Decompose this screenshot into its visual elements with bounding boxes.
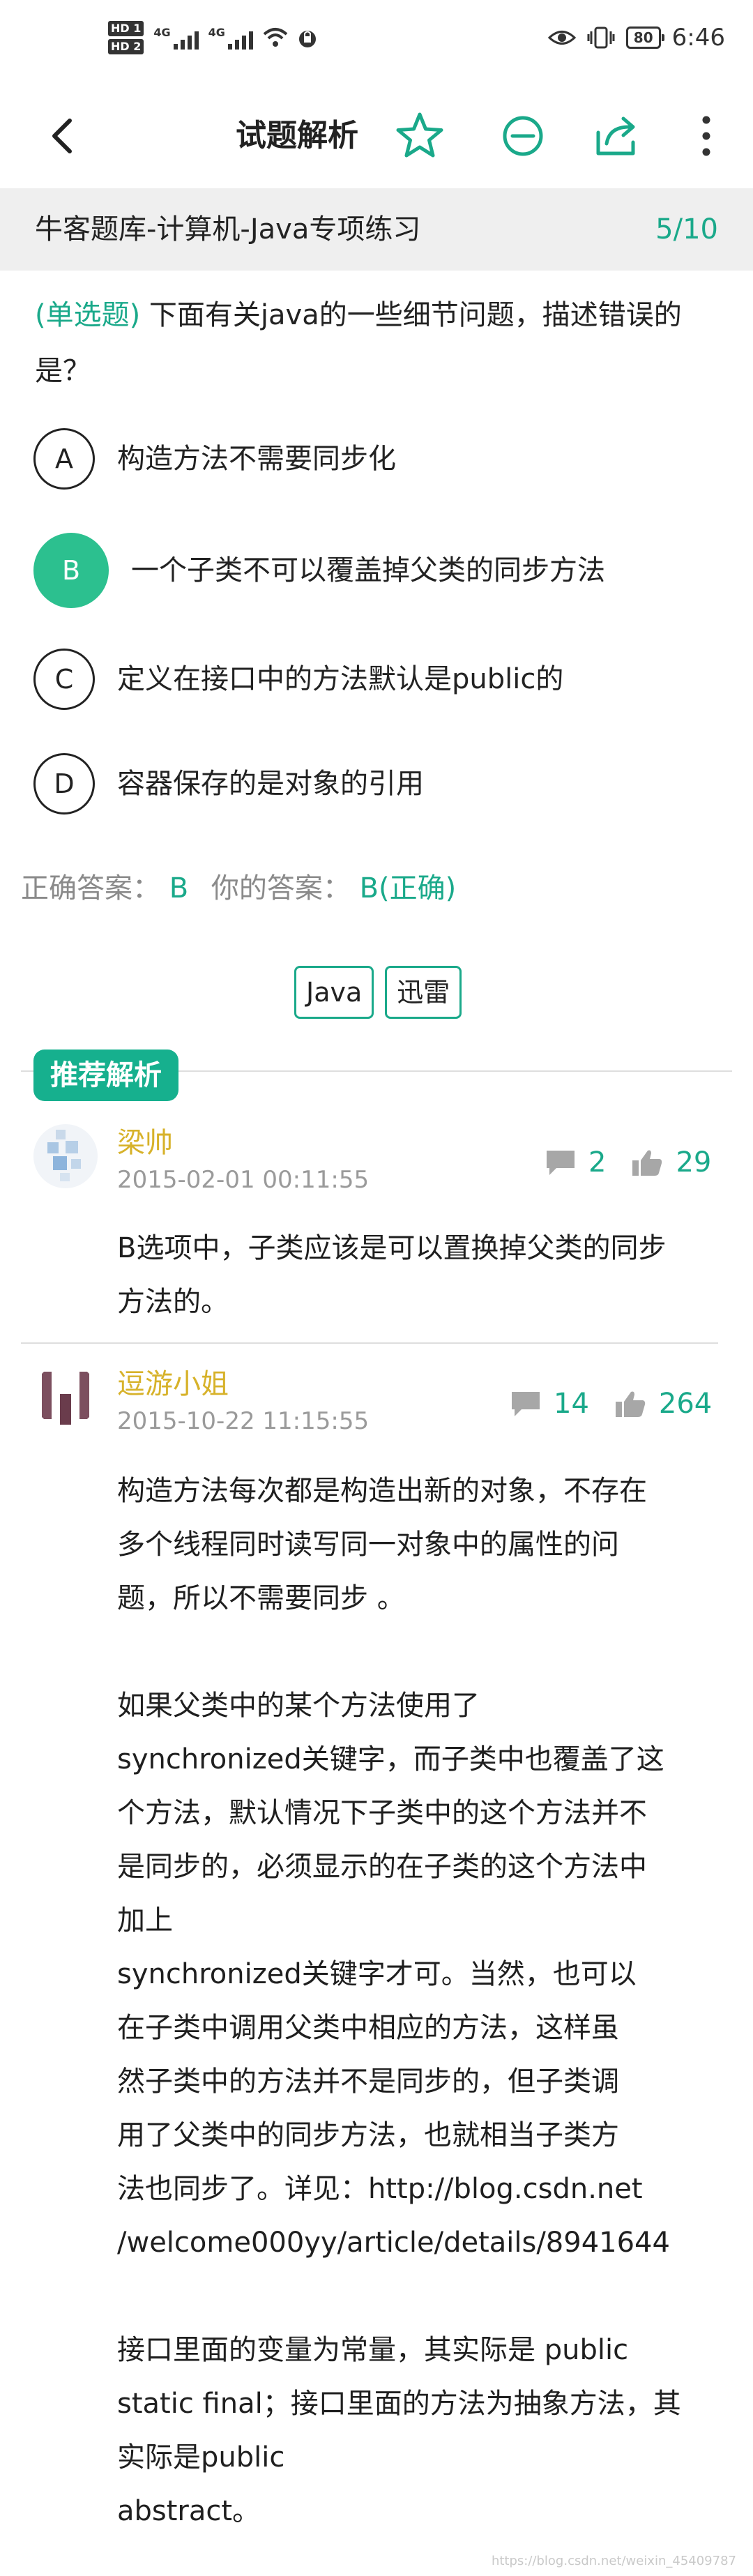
vibrate-icon [587,26,615,49]
comment-line: 如果父类中的某个方法使用了 [117,1690,480,1722]
recommended-analysis-header: 推荐解析 [33,1050,178,1101]
comment-line: 实际是public [117,2441,285,2473]
app-bar: 试题解析 [0,84,753,188]
avatar[interactable] [33,1363,98,1427]
practice-title: 牛客题库-计算机-Java专项练习 [35,213,421,245]
reply-count: 14 [554,1388,589,1420]
remove-circle-icon[interactable] [497,110,549,162]
comment-line: 是同步的，必须显示的在子类的这个方法中 [117,1851,647,1883]
hd-badges: HD 1 HD 2 [108,21,144,54]
comment-line: B选项中，子类应该是可以置换掉父类的同步 [117,1232,667,1264]
comment-line [117,1626,717,1679]
answer-summary: 正确答案： B 你的答案： B(正确) [21,870,456,907]
wifi-icon [263,28,288,47]
correct-answer-label: 正确答案： [21,872,160,904]
option-a[interactable]: A 构造方法不需要同步化 [33,428,396,490]
comment-line: 多个线程同时读写同一对象中的属性的问 [117,1529,619,1561]
tag-list: Java 迅雷 [294,966,462,1019]
option-d-letter: D [33,753,95,815]
clock: 6:46 [671,24,725,52]
correct-answer-value: B [169,872,189,904]
more-options-icon[interactable] [694,110,719,162]
comment-author[interactable]: 梁帅 [117,1126,173,1160]
your-answer-value: B(正确) [359,872,457,904]
comment-stats: 2 29 [545,1146,711,1179]
question-progress: 5/10 [655,213,718,245]
option-b-letter: B [33,533,109,608]
comment-line: synchronized关键字，而子类中也覆盖了这 [117,1743,664,1775]
comment-line: 在子类中调用父类中相应的方法，这样虽 [117,2012,619,2044]
network-type-2: 4G [208,26,225,39]
comment-author[interactable]: 逗游小姐 [117,1367,229,1402]
hd2-badge: HD 2 [108,39,144,54]
option-d-text: 容器保存的是对象的引用 [117,768,424,800]
comment-body: 构造方法每次都是构造出新的对象，不存在 多个线程同时读写同一对象中的属性的问 题，所… [117,1464,717,2538]
comment-bubble-icon[interactable] [510,1390,541,1418]
share-icon[interactable] [591,110,643,162]
avatar[interactable] [33,1124,98,1188]
comment-stats: 14 264 [510,1388,712,1420]
comment-line: abstract。 [117,2495,261,2527]
back-arrow-icon[interactable] [43,115,85,157]
like-count: 29 [676,1146,712,1179]
question-type: (单选题) [35,299,141,331]
comment-bubble-icon[interactable] [545,1149,576,1176]
option-d[interactable]: D 容器保存的是对象的引用 [33,753,424,815]
your-answer-label: 你的答案： [211,872,351,904]
option-c[interactable]: C 定义在接口中的方法默认是public的 [33,649,563,710]
eye-icon [547,31,576,45]
comment-body: B选项中，子类应该是可以置换掉父类的同步 方法的。 [117,1222,717,1329]
comment-date: 2015-10-22 11:15:55 [117,1407,370,1435]
option-a-text: 构造方法不需要同步化 [117,443,396,475]
option-a-letter: A [33,428,95,490]
signal-icon-1: 4G [153,26,199,50]
like-count: 264 [658,1388,713,1420]
status-bar: HD 1 HD 2 4G 4G 80 6:46 [0,0,753,84]
watermark: https://blog.csdn.net/weixin_45409787 [491,2554,736,2568]
comment-line: 个方法，默认情况下子类中的这个方法并不 [117,1797,647,1829]
comment-line: 用了父类中的同步方法，也就相当子类方 [117,2119,619,2151]
option-b-text: 一个子类不可以覆盖掉父类的同步方法 [131,554,605,586]
hd1-badge: HD 1 [108,21,144,36]
thumbs-up-icon[interactable] [614,1389,646,1418]
comment-line: 法也同步了。详见：http://blog.csdn.net [117,2173,643,2205]
practice-banner: 牛客题库-计算机-Java专项练习 5/10 [0,188,753,271]
option-c-text: 定义在接口中的方法默认是public的 [117,663,564,695]
option-b[interactable]: B 一个子类不可以覆盖掉父类的同步方法 [33,533,605,608]
comment-line: 方法的。 [117,1286,229,1318]
status-right: 80 6:46 [547,24,725,52]
comment-line: 加上 [117,1904,173,1937]
comment-line: 构造方法每次都是构造出新的对象，不存在 [117,1475,647,1507]
option-c-letter: C [33,649,95,710]
reply-count: 2 [588,1146,607,1179]
tag-xunlei[interactable]: 迅雷 [385,966,462,1019]
comment-line: 然子类中的方法并不是同步的，但子类调 [117,2066,619,2098]
status-left: HD 1 HD 2 4G 4G [108,21,317,54]
comment-divider [21,1342,718,1344]
comment-line: 题，所以不需要同步 。 [117,1582,405,1614]
tag-java[interactable]: Java [294,966,374,1019]
comment-line: static final；接口里面的方法为抽象方法，其 [117,2388,681,2420]
thumbs-up-icon[interactable] [631,1148,663,1177]
comment-line [117,2270,717,2324]
page-title: 试题解析 [236,118,358,153]
lock-icon [298,31,316,47]
comment-line: /welcome000yy/article/details/8941644 [117,2227,670,2259]
comment-line: synchronized关键字才可。当然，也可以 [117,1958,637,1990]
comment-date: 2015-02-01 00:11:55 [117,1166,370,1194]
comment-line: 接口里面的变量为常量，其实际是 public [117,2334,629,2366]
battery-indicator: 80 [625,26,664,49]
question-text: (单选题) 下面有关java的一些细节问题，描述错误的是？ [35,287,722,399]
network-type-1: 4G [153,26,171,39]
star-icon[interactable] [394,110,446,162]
signal-icon-2: 4G [208,26,253,50]
